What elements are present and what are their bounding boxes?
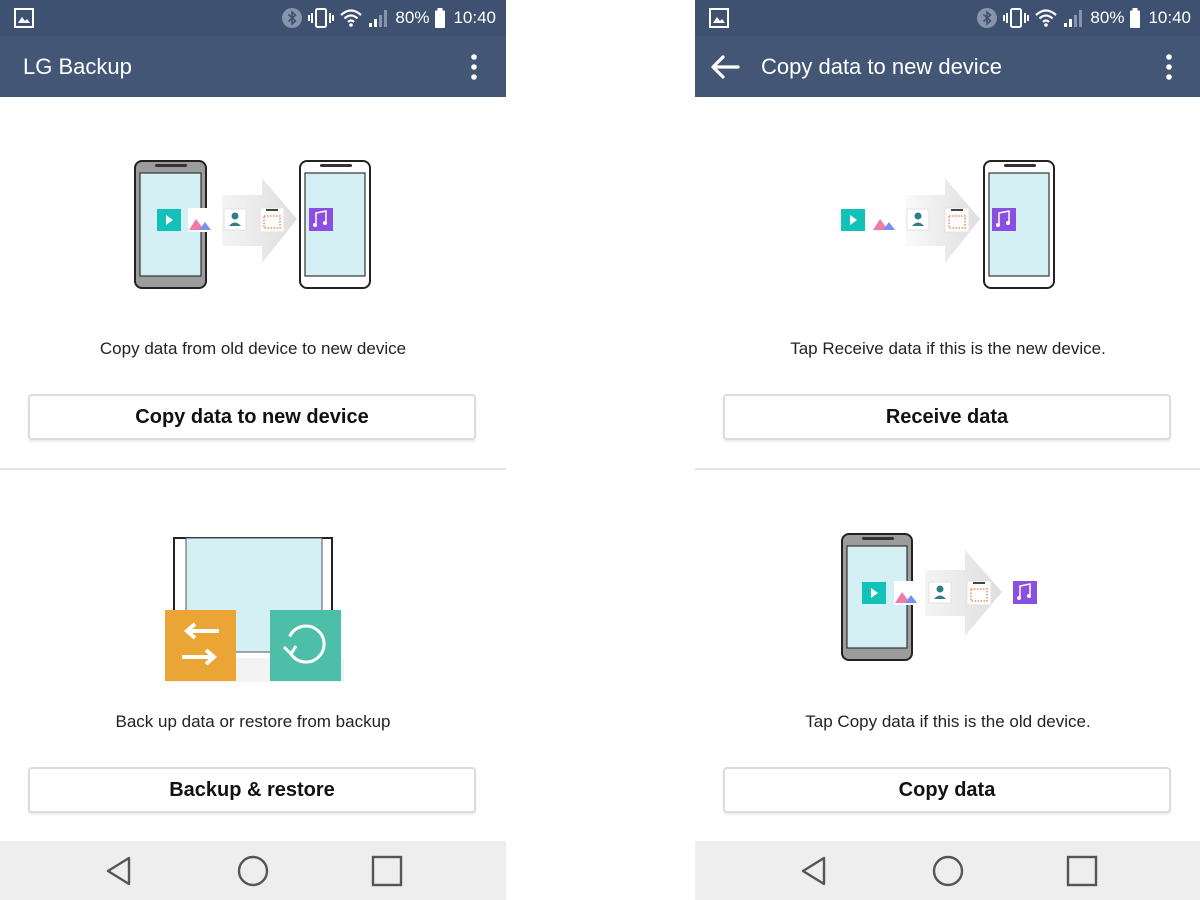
status-icons: 80% 10:40 <box>281 0 496 36</box>
app-bar: LG Backup <box>0 36 506 97</box>
video-file-icon <box>862 582 886 604</box>
gallery-notification-icon <box>709 8 729 28</box>
copy-data-screen: 80% 10:40 Copy data to new device Tap Re… <box>695 0 1200 900</box>
gallery-notification-icon <box>14 8 34 28</box>
recents-nav-icon[interactable] <box>369 853 405 889</box>
battery-percent: 80% <box>395 8 430 27</box>
signal-icon <box>369 10 388 27</box>
clock: 10:40 <box>453 8 496 27</box>
wifi-icon <box>340 9 363 27</box>
copy-data-to-new-device-button[interactable]: Copy data to new device <box>28 394 476 440</box>
battery-icon <box>1130 8 1141 28</box>
back-nav-icon[interactable] <box>796 853 832 889</box>
more-options-icon[interactable] <box>1157 52 1181 82</box>
calendar-file-icon <box>259 207 285 233</box>
calendar-file-icon <box>966 580 992 606</box>
wifi-icon <box>1035 9 1058 27</box>
navigation-bar <box>0 841 506 900</box>
clock: 10:40 <box>1148 8 1191 27</box>
divider <box>695 468 1200 470</box>
vibrate-icon <box>308 8 335 28</box>
back-nav-icon[interactable] <box>101 853 137 889</box>
signal-icon <box>1064 10 1083 27</box>
divider <box>0 468 506 470</box>
restore-tile-icon <box>270 610 341 681</box>
bluetooth-icon <box>977 8 998 28</box>
receive-description: Tap Receive data if this is the new devi… <box>790 339 1106 358</box>
page-title: Copy data to new device <box>761 54 1002 79</box>
navigation-bar <box>695 841 1200 900</box>
photo-file-icon <box>894 581 918 605</box>
music-file-icon <box>1013 581 1037 604</box>
contact-file-icon <box>928 581 952 604</box>
backup-description: Back up data or restore from backup <box>115 712 391 731</box>
contact-file-icon <box>906 208 930 231</box>
calendar-file-icon <box>944 207 970 233</box>
more-options-icon[interactable] <box>462 52 486 82</box>
backup-restore-button[interactable]: Backup & restore <box>28 767 476 813</box>
video-file-icon <box>157 209 181 231</box>
home-nav-icon[interactable] <box>930 853 966 889</box>
battery-percent: 80% <box>1090 8 1125 27</box>
send-data-illustration <box>841 533 1037 661</box>
video-file-icon <box>841 209 865 231</box>
app-bar: Copy data to new device <box>695 36 1200 97</box>
backup-tile-icon <box>165 610 236 681</box>
copy-data-description: Tap Copy data if this is the old device. <box>805 712 1091 731</box>
photo-file-icon <box>188 208 212 232</box>
receive-data-illustration <box>841 160 1055 289</box>
status-icons: 80% 10:40 <box>976 0 1191 36</box>
music-file-icon <box>309 208 333 231</box>
music-file-icon <box>992 208 1016 231</box>
photo-file-icon <box>872 208 896 232</box>
home-nav-icon[interactable] <box>235 853 271 889</box>
bluetooth-icon <box>282 8 303 28</box>
phone-to-phone-illustration <box>134 160 371 289</box>
battery-icon <box>435 8 446 28</box>
vibrate-icon <box>1003 8 1030 28</box>
lg-backup-screen: 80% 10:40 LG Backup Copy data from old d… <box>0 0 506 900</box>
back-arrow-icon[interactable] <box>709 52 741 82</box>
status-bar: 80% 10:40 <box>0 0 506 36</box>
recents-nav-icon[interactable] <box>1064 853 1100 889</box>
contact-file-icon <box>223 208 247 231</box>
page-title: LG Backup <box>23 54 132 79</box>
status-bar: 80% 10:40 <box>695 0 1200 36</box>
receive-data-button[interactable]: Receive data <box>723 394 1171 440</box>
copy-data-button[interactable]: Copy data <box>723 767 1171 813</box>
backup-restore-illustration <box>165 537 344 682</box>
copy-description: Copy data from old device to new device <box>99 339 407 358</box>
